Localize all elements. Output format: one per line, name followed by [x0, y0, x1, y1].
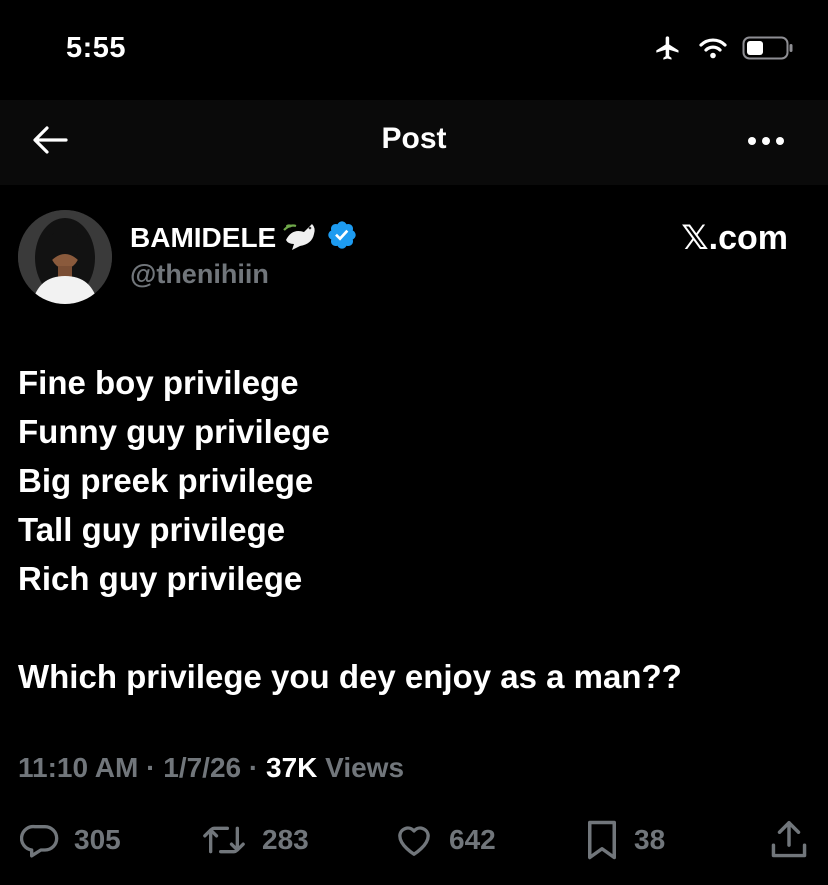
- battery-icon: [742, 35, 794, 66]
- post-meta: 11:10 AM · 1/7/26 · 37K Views: [18, 752, 404, 784]
- page-title: Post: [381, 122, 447, 155]
- status-icons: [652, 34, 794, 67]
- more-button[interactable]: [744, 122, 788, 162]
- heart-icon: [393, 820, 435, 860]
- post-line: Funny guy privilege: [18, 413, 330, 450]
- source-badge: 𝕏.com: [681, 219, 788, 257]
- status-time: 5:55: [66, 32, 127, 64]
- views-label: Views: [325, 752, 405, 783]
- handle[interactable]: @thenihiin: [130, 259, 269, 290]
- post-line: Tall guy privilege: [18, 511, 286, 548]
- post-line: Rich guy privilege: [18, 560, 303, 597]
- like-count: 642: [449, 824, 496, 855]
- avatar[interactable]: [18, 210, 112, 304]
- bookmark-icon: [584, 819, 620, 861]
- post-date[interactable]: 1/7/26: [163, 752, 241, 783]
- airplane-icon: [652, 34, 684, 67]
- share-icon: [770, 819, 808, 861]
- post-text: Fine boy privilege Funny guy privilege B…: [18, 358, 808, 701]
- display-name[interactable]: BAMIDELE: [130, 222, 276, 254]
- nav-bar: Post: [0, 100, 828, 185]
- verified-badge-icon[interactable]: [326, 219, 358, 256]
- repost-button[interactable]: 283: [200, 812, 309, 868]
- post-time: 11:10 AM: [18, 752, 139, 783]
- display-name-row: BAMIDELE: [130, 218, 358, 257]
- post-line: Big preek privilege: [18, 462, 314, 499]
- views-count: 37K: [266, 752, 318, 783]
- meta-separator: ·: [146, 752, 156, 783]
- share-button[interactable]: [770, 812, 808, 868]
- action-bar: 305 283 642 38: [0, 812, 828, 868]
- reply-count: 305: [74, 824, 121, 855]
- bookmark-count: 38: [634, 824, 666, 855]
- wifi-icon: [698, 36, 728, 65]
- like-button[interactable]: 642: [393, 812, 496, 868]
- bookmark-button[interactable]: 38: [584, 812, 665, 868]
- reply-button[interactable]: 305: [20, 812, 121, 868]
- dove-icon: [282, 218, 320, 257]
- more-icon: [747, 133, 785, 151]
- post-line-blank: [18, 603, 808, 652]
- reply-icon: [20, 820, 60, 860]
- status-bar: 5:55: [0, 0, 828, 100]
- post-line: Fine boy privilege: [18, 364, 299, 401]
- repost-count: 283: [262, 824, 309, 855]
- repost-icon: [200, 820, 248, 860]
- post-line: Which privilege you dey enjoy as a man??: [18, 658, 682, 695]
- meta-separator: ·: [248, 752, 259, 783]
